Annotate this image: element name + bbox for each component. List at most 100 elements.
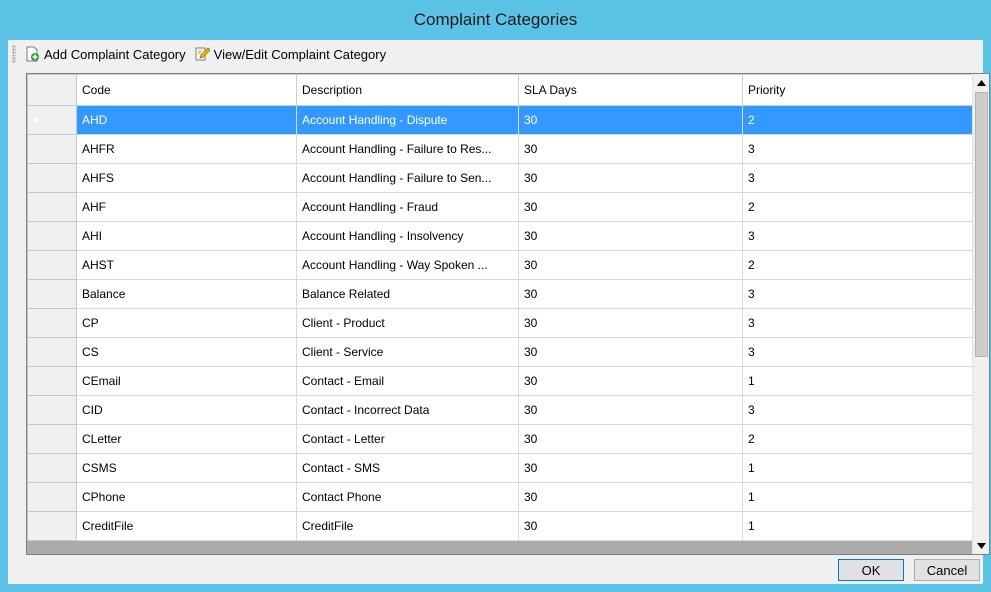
- column-header-code[interactable]: Code: [76, 74, 297, 106]
- row-header[interactable]: [27, 337, 77, 367]
- cell-code[interactable]: AHFS: [76, 163, 297, 193]
- cell-code[interactable]: CID: [76, 395, 297, 425]
- scroll-up-button[interactable]: [973, 74, 989, 91]
- row-header[interactable]: [27, 163, 77, 193]
- cell-sla-days[interactable]: 30: [518, 511, 743, 541]
- cell-sla-days[interactable]: 30: [518, 424, 743, 454]
- cell-code[interactable]: AHFR: [76, 134, 297, 164]
- row-header[interactable]: [27, 134, 77, 164]
- cell-priority[interactable]: 2: [742, 192, 973, 222]
- cell-priority[interactable]: 2: [742, 250, 973, 280]
- ok-button[interactable]: OK: [838, 559, 904, 581]
- cell-sla-days[interactable]: 30: [518, 163, 743, 193]
- cell-description[interactable]: Account Handling - Failure to Res...: [296, 134, 519, 164]
- table-row[interactable]: CID Contact - Incorrect Data 30 3: [27, 395, 973, 425]
- cell-description[interactable]: Contact - SMS: [296, 453, 519, 483]
- table-row[interactable]: Balance Balance Related 30 3: [27, 279, 973, 309]
- cell-code[interactable]: AHST: [76, 250, 297, 280]
- cell-description[interactable]: Contact - Incorrect Data: [296, 395, 519, 425]
- row-header[interactable]: [27, 453, 77, 483]
- cell-code[interactable]: AHI: [76, 221, 297, 251]
- cell-priority[interactable]: 1: [742, 453, 973, 483]
- cell-sla-days[interactable]: 30: [518, 105, 743, 135]
- add-complaint-category-button[interactable]: Add Complaint Category: [20, 43, 190, 65]
- cell-code[interactable]: CS: [76, 337, 297, 367]
- row-header[interactable]: [27, 424, 77, 454]
- cell-priority[interactable]: 3: [742, 134, 973, 164]
- table-row[interactable]: AHST Account Handling - Way Spoken ... 30 2: [27, 250, 973, 280]
- cell-sla-days[interactable]: 30: [518, 395, 743, 425]
- row-header[interactable]: [27, 395, 77, 425]
- cell-priority[interactable]: 2: [742, 424, 973, 454]
- cancel-button[interactable]: Cancel: [914, 559, 980, 581]
- cell-description[interactable]: Contact Phone: [296, 482, 519, 512]
- cell-code[interactable]: CPhone: [76, 482, 297, 512]
- row-header[interactable]: [27, 250, 77, 280]
- cell-priority[interactable]: 3: [742, 395, 973, 425]
- cell-description[interactable]: Client - Product: [296, 308, 519, 338]
- cell-code[interactable]: CEmail: [76, 366, 297, 396]
- cell-code[interactable]: AHD: [76, 105, 297, 135]
- row-header[interactable]: [27, 279, 77, 309]
- row-header[interactable]: [27, 511, 77, 541]
- cell-priority[interactable]: 3: [742, 308, 973, 338]
- cell-code[interactable]: Balance: [76, 279, 297, 309]
- scrollbar-thumb[interactable]: [975, 92, 988, 357]
- table-row[interactable]: AHF Account Handling - Fraud 30 2: [27, 192, 973, 222]
- table-row[interactable]: CP Client - Product 30 3: [27, 308, 973, 338]
- row-header[interactable]: [27, 366, 77, 396]
- cell-description[interactable]: Account Handling - Failure to Sen...: [296, 163, 519, 193]
- row-header[interactable]: [27, 221, 77, 251]
- cell-priority[interactable]: 2: [742, 105, 973, 135]
- cell-sla-days[interactable]: 30: [518, 337, 743, 367]
- cell-sla-days[interactable]: 30: [518, 134, 743, 164]
- cell-priority[interactable]: 3: [742, 279, 973, 309]
- cell-description[interactable]: Client - Service: [296, 337, 519, 367]
- cell-priority[interactable]: 1: [742, 511, 973, 541]
- cell-description[interactable]: Contact - Letter: [296, 424, 519, 454]
- cell-description[interactable]: Balance Related: [296, 279, 519, 309]
- cell-code[interactable]: CreditFile: [76, 511, 297, 541]
- complaint-categories-grid[interactable]: Code Description SLA Days Priority AHD Ac…: [26, 73, 990, 555]
- table-row[interactable]: AHI Account Handling - Insolvency 30 3: [27, 221, 973, 251]
- table-row[interactable]: CLetter Contact - Letter 30 2: [27, 424, 973, 454]
- table-row[interactable]: CEmail Contact - Email 30 1: [27, 366, 973, 396]
- row-header[interactable]: [27, 482, 77, 512]
- cell-sla-days[interactable]: 30: [518, 221, 743, 251]
- table-row[interactable]: CreditFile CreditFile 30 1: [27, 511, 973, 541]
- column-header-description[interactable]: Description: [296, 74, 519, 106]
- cell-sla-days[interactable]: 30: [518, 366, 743, 396]
- cell-sla-days[interactable]: 30: [518, 279, 743, 309]
- cell-code[interactable]: AHF: [76, 192, 297, 222]
- table-row[interactable]: AHD Account Handling - Dispute 30 2: [27, 105, 973, 135]
- table-row[interactable]: CPhone Contact Phone 30 1: [27, 482, 973, 512]
- view-edit-complaint-category-button[interactable]: View/Edit Complaint Category: [190, 43, 390, 65]
- cell-priority[interactable]: 3: [742, 221, 973, 251]
- column-header-priority[interactable]: Priority: [742, 74, 973, 106]
- toolbar-grip[interactable]: [12, 45, 16, 63]
- table-row[interactable]: AHFS Account Handling - Failure to Sen...…: [27, 163, 973, 193]
- cell-priority[interactable]: 3: [742, 163, 973, 193]
- cell-sla-days[interactable]: 30: [518, 453, 743, 483]
- cell-description[interactable]: Contact - Email: [296, 366, 519, 396]
- row-header[interactable]: [27, 105, 77, 135]
- table-row[interactable]: AHFR Account Handling - Failure to Res...…: [27, 134, 973, 164]
- cell-sla-days[interactable]: 30: [518, 250, 743, 280]
- cell-description[interactable]: CreditFile: [296, 511, 519, 541]
- table-row[interactable]: CSMS Contact - SMS 30 1: [27, 453, 973, 483]
- cell-code[interactable]: CSMS: [76, 453, 297, 483]
- cell-description[interactable]: Account Handling - Fraud: [296, 192, 519, 222]
- row-header[interactable]: [27, 192, 77, 222]
- cell-description[interactable]: Account Handling - Insolvency: [296, 221, 519, 251]
- cell-sla-days[interactable]: 30: [518, 308, 743, 338]
- scroll-down-button[interactable]: [973, 537, 989, 554]
- cell-code[interactable]: CLetter: [76, 424, 297, 454]
- cell-description[interactable]: Account Handling - Way Spoken ...: [296, 250, 519, 280]
- column-header-sla-days[interactable]: SLA Days: [518, 74, 743, 106]
- cell-sla-days[interactable]: 30: [518, 192, 743, 222]
- vertical-scrollbar[interactable]: [972, 74, 989, 554]
- cell-sla-days[interactable]: 30: [518, 482, 743, 512]
- cell-code[interactable]: CP: [76, 308, 297, 338]
- table-row[interactable]: CS Client - Service 30 3: [27, 337, 973, 367]
- cell-priority[interactable]: 1: [742, 482, 973, 512]
